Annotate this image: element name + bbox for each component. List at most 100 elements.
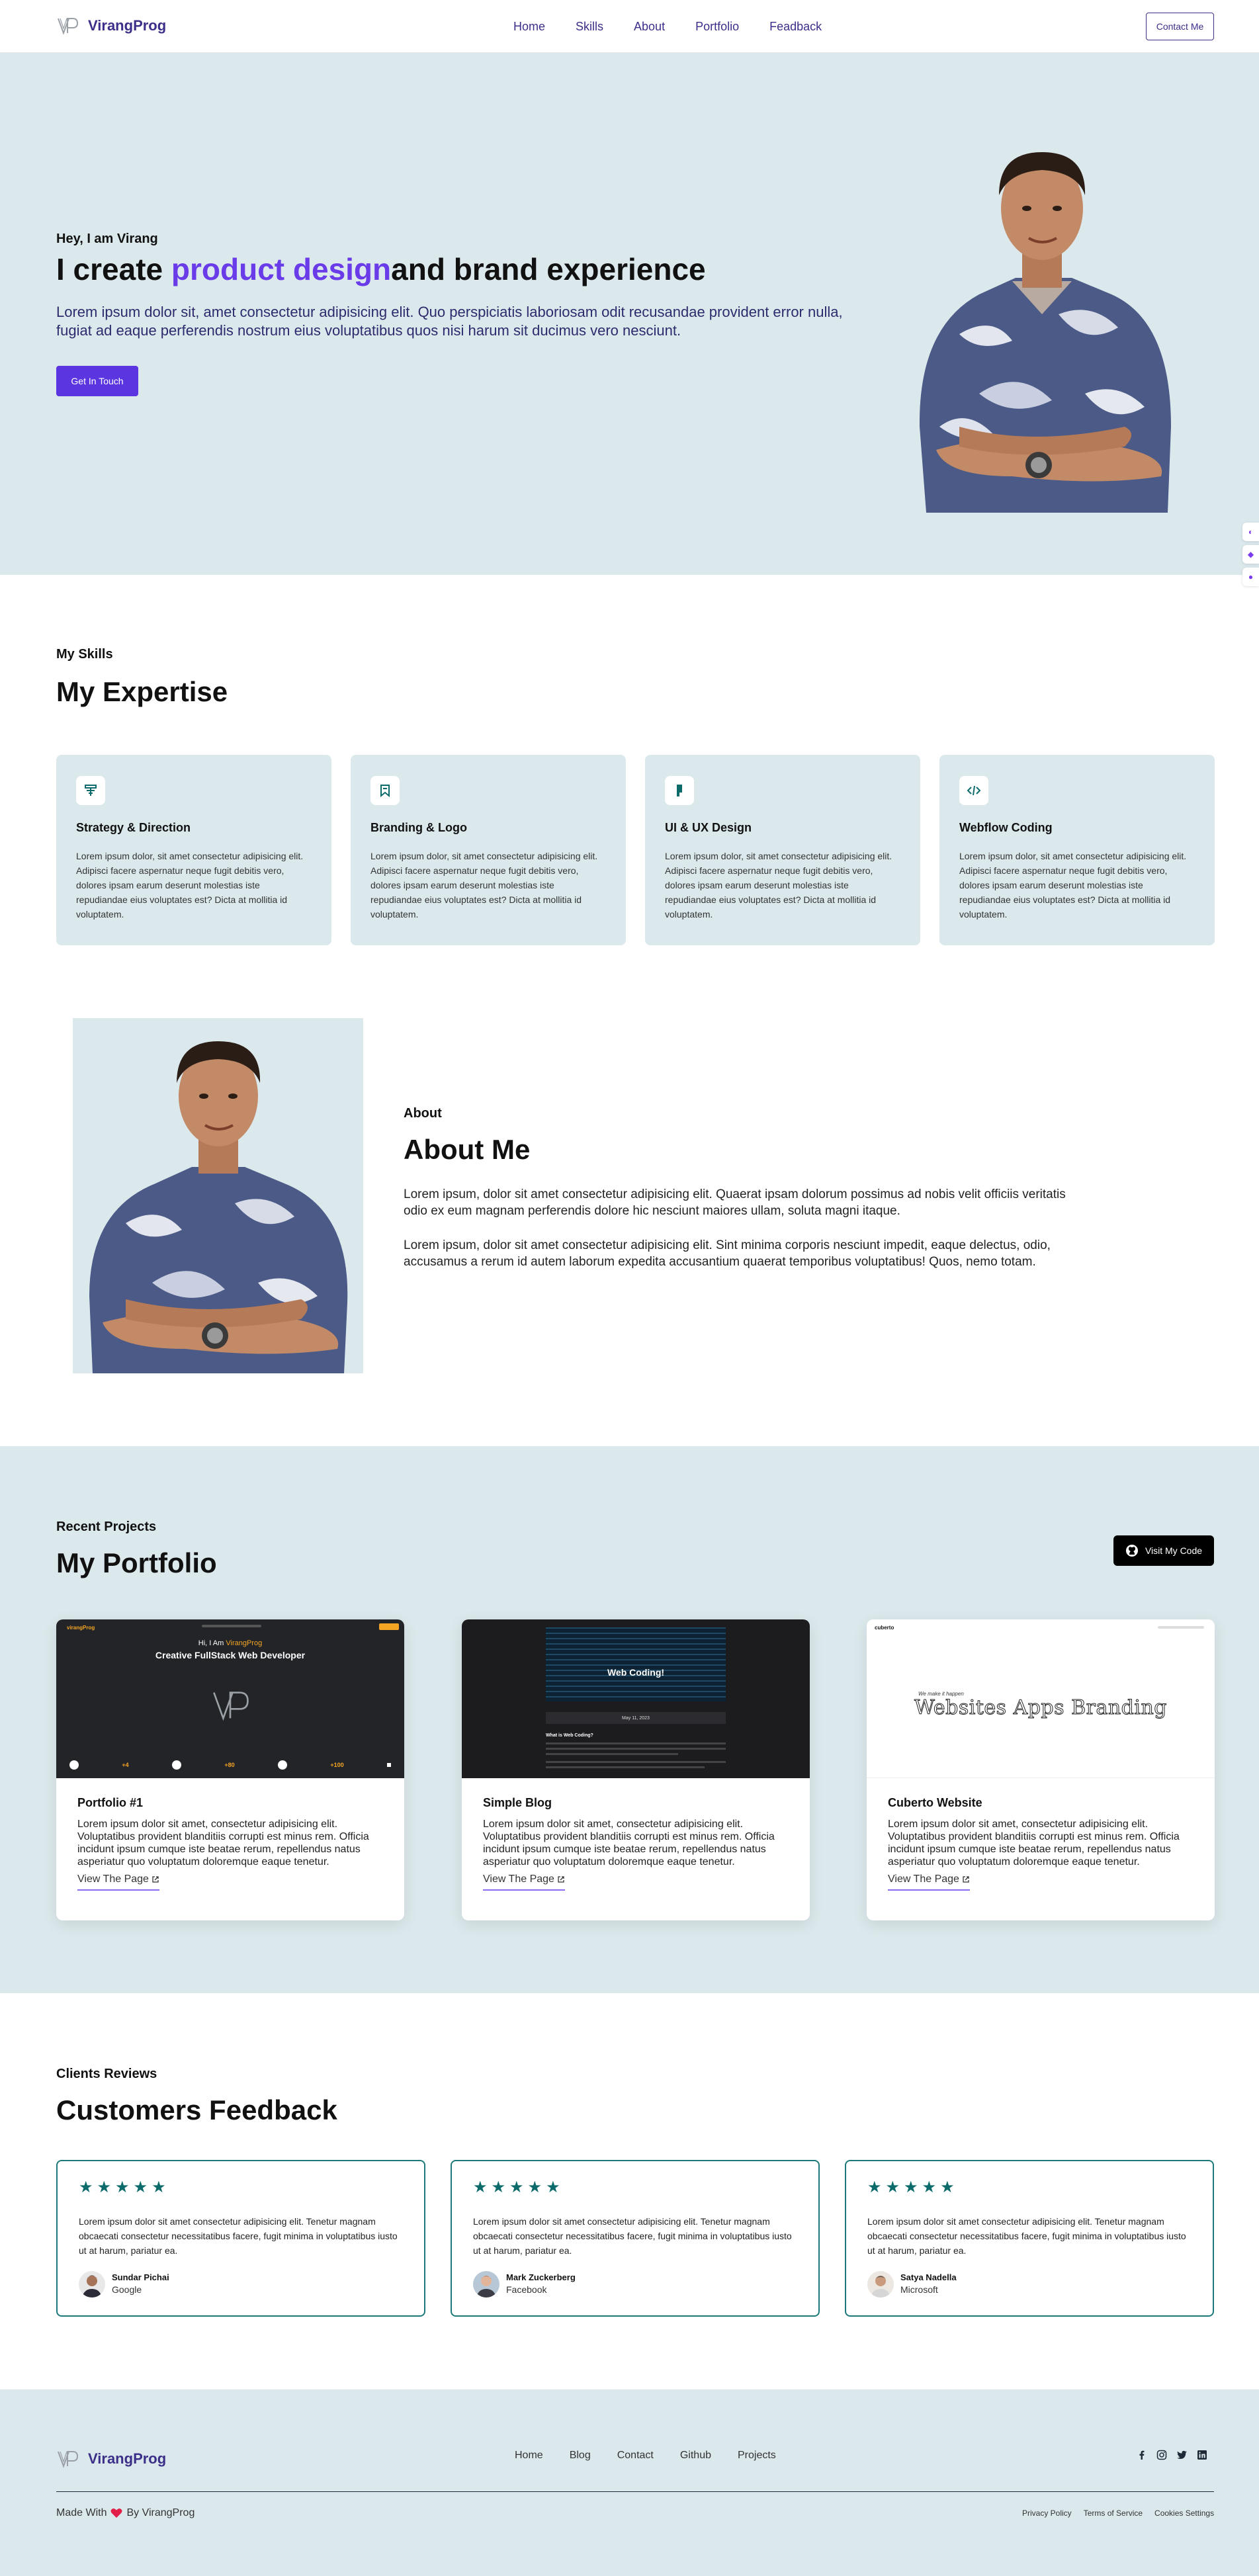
- footer-link-github[interactable]: Github: [680, 2450, 711, 2462]
- review-text: Lorem ipsum dolor sit amet consectetur a…: [473, 2216, 792, 2256]
- avatar: [473, 2271, 499, 2297]
- project-description: Lorem ipsum dolor sit amet, consectetur …: [483, 1819, 775, 1868]
- footer-link-contact[interactable]: Contact: [617, 2450, 654, 2462]
- star-icon: ★: [491, 2178, 506, 2196]
- footer-links: Home Blog Contact Github Projects: [515, 2450, 776, 2462]
- skill-title: Strategy & Direction: [76, 821, 191, 834]
- star-icon: ★: [904, 2178, 918, 2196]
- about-eyebrow: About: [404, 1106, 442, 1121]
- thumb-headline: Web Coding!: [607, 1667, 665, 1678]
- hero-description: Lorem ipsum dolor sit, amet consectetur …: [56, 304, 843, 339]
- hero-title-accent: product design: [171, 252, 392, 286]
- brand-name: VirangProg: [88, 17, 167, 34]
- footer-link-blog[interactable]: Blog: [570, 2450, 591, 2462]
- visit-my-code-label: Visit My Code: [1145, 1545, 1203, 1556]
- project-card: cuberto We make it happen Websites Apps …: [867, 1619, 1215, 1920]
- view-page-label: View The Page: [888, 1873, 959, 1885]
- legal-links: Privacy Policy Terms of Service Cookies …: [1022, 2509, 1214, 2518]
- about-portrait-image: [89, 1041, 348, 1373]
- thumb-nav: [202, 1625, 261, 1627]
- review-card: ★ ★ ★ ★ ★ Lorem ipsum dolor sit amet consect…: [56, 2160, 425, 2317]
- thumb-button: [379, 1623, 399, 1630]
- skill-description: Lorem ipsum dolor, sit amet consectetur …: [370, 851, 598, 920]
- skill-title: UI & UX Design: [665, 821, 752, 834]
- thumb-greeting-name: VirangProg: [226, 1639, 263, 1647]
- hero-title: I create product designand brand experie…: [56, 251, 706, 287]
- facebook-icon[interactable]: [1137, 2450, 1147, 2460]
- thumb-stats-row: +4 +80 +100: [69, 1758, 391, 1772]
- project-thumbnail[interactable]: Web Coding! May 11, 2023 What is Web Cod…: [462, 1619, 810, 1778]
- skill-description: Lorem ipsum dolor, sit amet consectetur …: [76, 851, 304, 920]
- star-icon: ★: [133, 2178, 148, 2196]
- star-icon: ★: [867, 2178, 882, 2196]
- nav-link-portfolio[interactable]: Portfolio: [695, 20, 739, 34]
- strategy-icon: [76, 776, 105, 805]
- hero-title-pre: I create: [56, 252, 171, 286]
- thumb-greeting-text: Hi, I Am: [198, 1639, 226, 1647]
- footer-link-home[interactable]: Home: [515, 2450, 543, 2462]
- nav-link-skills[interactable]: Skills: [576, 20, 603, 34]
- brand-logo[interactable]: VirangProg: [56, 15, 166, 37]
- star-icon: ★: [922, 2178, 937, 2196]
- thumb-headline: Creative FullStack Web Developer: [155, 1650, 306, 1660]
- footer: [0, 2389, 1259, 2576]
- view-page-label: View The Page: [483, 1873, 554, 1885]
- star-icon: ★: [885, 2178, 900, 2196]
- nav-links: Home Skills About Portfolio Feadback: [513, 0, 822, 53]
- thumb-stat: +100: [330, 1762, 344, 1768]
- thumb-headline: Websites Apps Branding: [914, 1696, 1167, 1720]
- heart-icon: [110, 2509, 122, 2518]
- cookies-settings-link[interactable]: Cookies Settings: [1154, 2509, 1214, 2518]
- terms-of-service-link[interactable]: Terms of Service: [1084, 2509, 1143, 2518]
- about-paragraph: Lorem ipsum, dolor sit amet consectetur …: [404, 1238, 1051, 1269]
- feedback-title: Customers Feedback: [56, 2094, 337, 2125]
- view-page-link[interactable]: View The Page: [77, 1873, 159, 1891]
- instagram-icon[interactable]: [1156, 2450, 1167, 2460]
- privacy-policy-link[interactable]: Privacy Policy: [1022, 2509, 1072, 2518]
- thumb-stat: +80: [224, 1762, 235, 1768]
- made-with-credit: Made With By VirangProg: [56, 2507, 195, 2519]
- skill-description: Lorem ipsum dolor, sit amet consectetur …: [959, 851, 1187, 920]
- get-in-touch-button[interactable]: Get In Touch: [56, 366, 138, 396]
- project-thumbnail[interactable]: cuberto We make it happen Websites Apps …: [867, 1619, 1215, 1778]
- skills-title: My Expertise: [56, 676, 228, 707]
- external-link-icon: [152, 1876, 159, 1883]
- nav-link-about[interactable]: About: [634, 20, 665, 34]
- visit-my-code-button[interactable]: Visit My Code: [1113, 1535, 1214, 1566]
- widget-palette-icon[interactable]: ●: [1242, 568, 1259, 586]
- project-thumbnail[interactable]: virangProg Hi, I Am VirangProg Creative …: [56, 1619, 404, 1778]
- twitter-icon[interactable]: [1176, 2450, 1188, 2460]
- thumb-logo-icon: [213, 1692, 249, 1721]
- skill-title: Webflow Coding: [959, 821, 1053, 834]
- footer-brand-name: VirangProg: [88, 2450, 167, 2467]
- review-text: Lorem ipsum dolor sit amet consectetur a…: [867, 2216, 1186, 2256]
- view-page-link[interactable]: View The Page: [483, 1873, 565, 1891]
- project-title: Simple Blog: [483, 1796, 552, 1809]
- widget-bookmark-icon[interactable]: ◆: [1242, 545, 1259, 564]
- view-page-link[interactable]: View The Page: [888, 1873, 970, 1891]
- star-icon: ★: [79, 2178, 93, 2196]
- thumb-greeting: Hi, I Am VirangProg: [56, 1639, 404, 1647]
- reviewer-name: Mark Zuckerberg: [506, 2272, 576, 2282]
- nav-link-feedback[interactable]: Feadback: [769, 20, 822, 34]
- linkedin-icon[interactable]: [1197, 2450, 1207, 2460]
- footer-brand-logo[interactable]: VirangProg: [56, 2448, 166, 2470]
- thumb-date: May 11, 2023: [622, 1715, 650, 1721]
- reviewer-name: Sundar Pichai: [112, 2272, 169, 2282]
- star-icon: ★: [97, 2178, 112, 2196]
- widget-translate-icon[interactable]: ◐: [1242, 523, 1259, 541]
- thumb-brand: virangProg: [67, 1625, 95, 1631]
- portfolio-title: My Portfolio: [56, 1547, 217, 1578]
- avatar: [79, 2271, 105, 2297]
- star-icon: ★: [115, 2178, 130, 2196]
- skill-description: Lorem ipsum dolor, sit amet consectetur …: [665, 851, 892, 920]
- footer-link-projects[interactable]: Projects: [738, 2450, 776, 2462]
- star-icon: ★: [509, 2178, 524, 2196]
- portfolio-eyebrow: Recent Projects: [56, 1520, 157, 1534]
- review-card: ★ ★ ★ ★ ★ Lorem ipsum dolor sit amet consect…: [845, 2160, 1214, 2317]
- bookmark-icon: [370, 776, 400, 805]
- nav-link-home[interactable]: Home: [513, 20, 545, 34]
- view-page-label: View The Page: [77, 1873, 149, 1885]
- contact-me-button[interactable]: Contact Me: [1146, 13, 1214, 40]
- about-image: [73, 1018, 363, 1373]
